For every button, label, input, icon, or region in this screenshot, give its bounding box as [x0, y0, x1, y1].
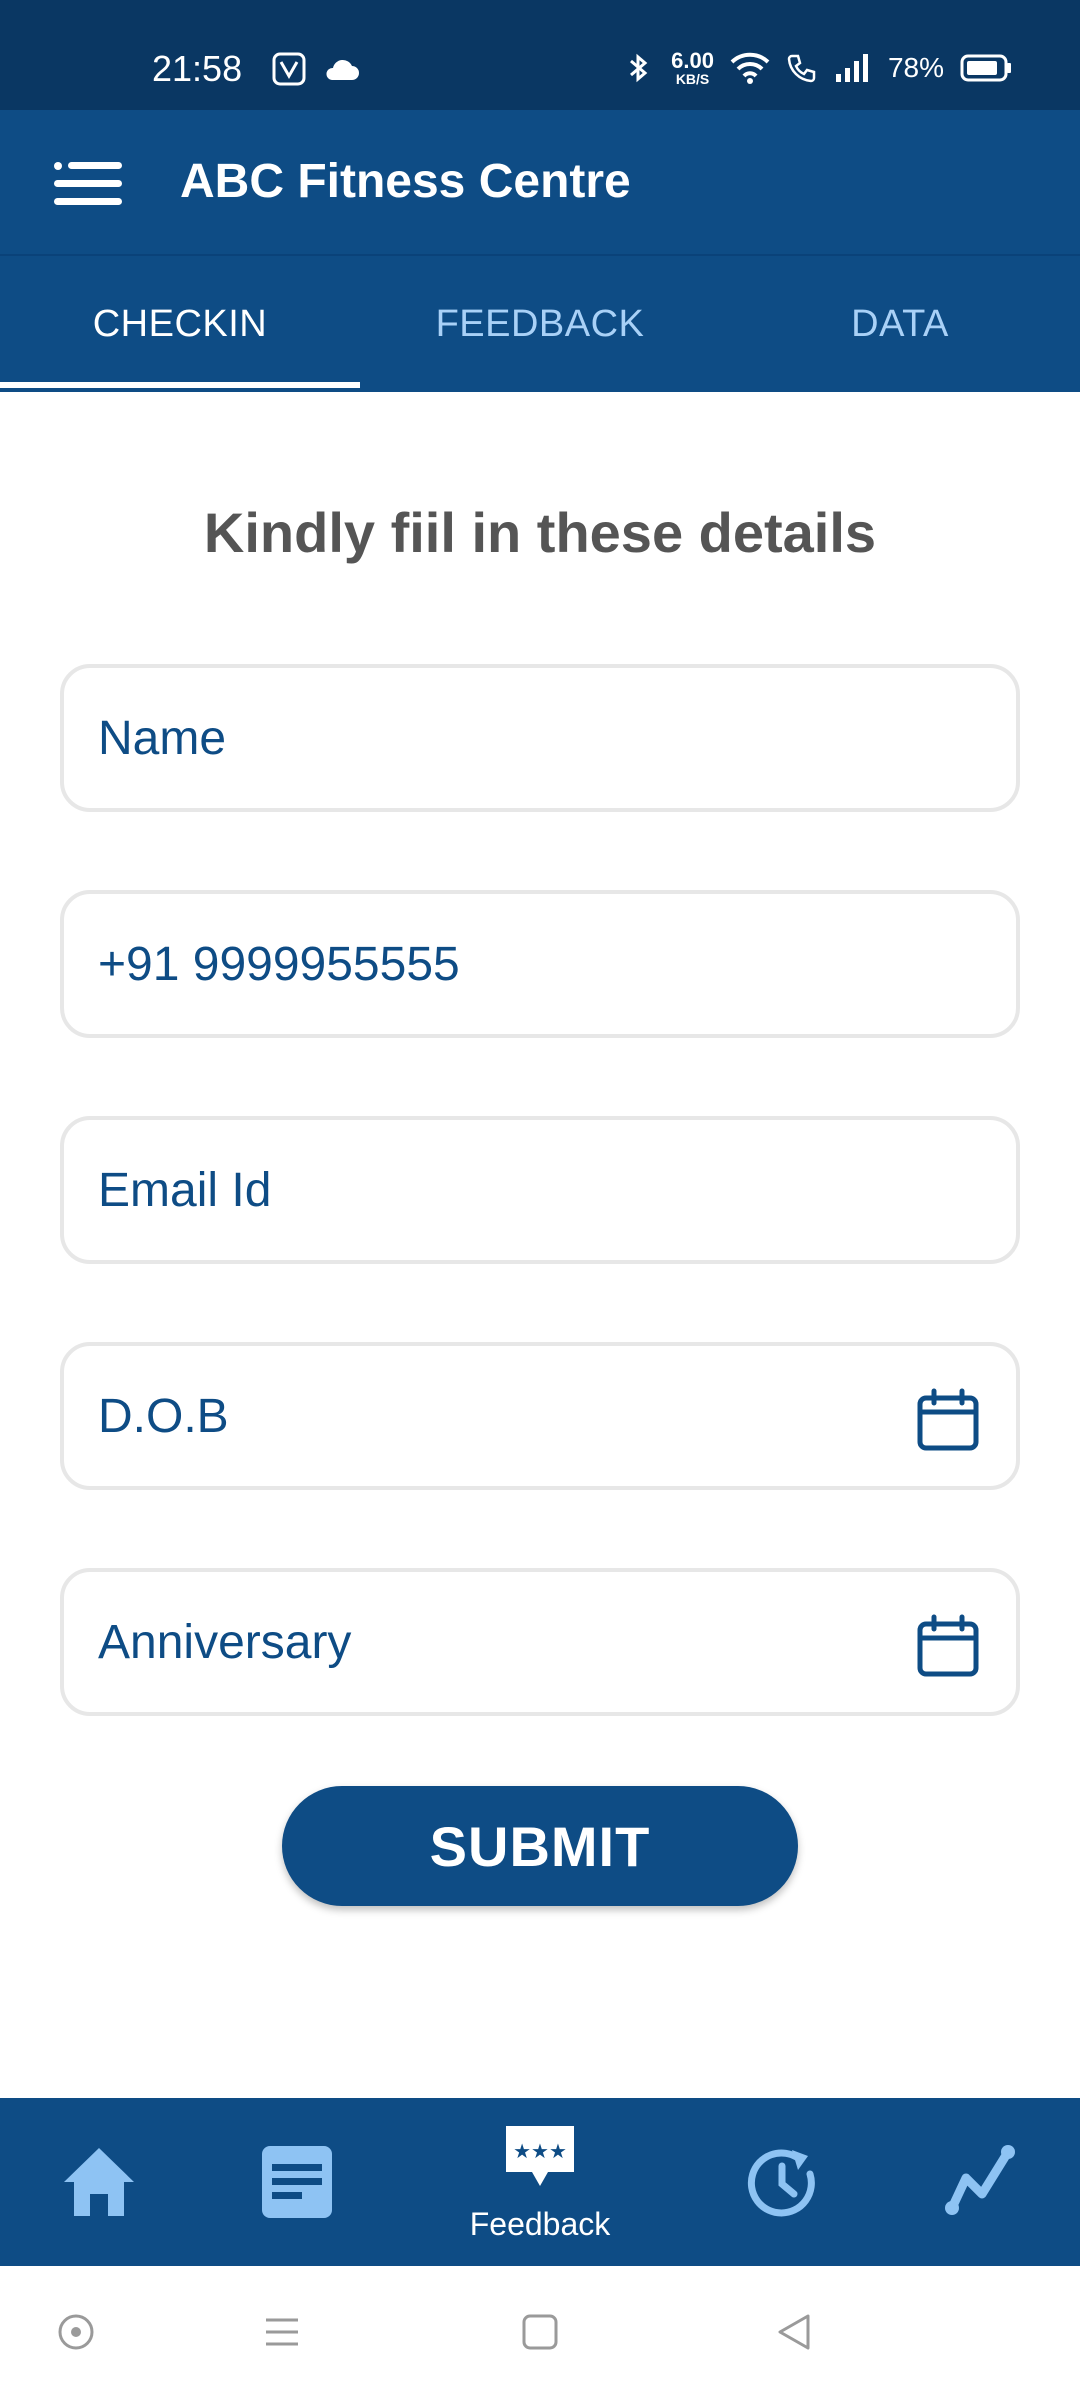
system-nav-bar — [0, 2266, 1080, 2400]
analytics-icon[interactable] — [944, 2144, 1020, 2216]
app-notification-icon — [272, 52, 306, 86]
bluetooth-icon — [630, 53, 648, 83]
cloud-icon — [326, 59, 359, 80]
calendar-icon[interactable] — [916, 1614, 980, 1678]
anniversary-field[interactable]: Anniversary — [60, 1568, 1020, 1716]
recent-apps-icon[interactable] — [262, 2312, 302, 2352]
form-heading: Kindly fiil in these details — [203, 501, 877, 564]
dob-field[interactable]: D.O.B — [60, 1342, 1020, 1490]
status-left-icons — [272, 52, 360, 86]
assistant-icon[interactable] — [56, 2312, 96, 2352]
feedback-nav-label: Feedback — [469, 2206, 611, 2242]
email-field[interactable]: Email Id — [60, 1116, 1020, 1264]
email-field-placeholder: Email Id — [98, 1163, 272, 1217]
home-button-icon[interactable] — [520, 2312, 560, 2352]
calendar-icon[interactable] — [916, 1388, 980, 1452]
home-icon[interactable] — [60, 2144, 138, 2220]
dob-field-placeholder: D.O.B — [98, 1389, 229, 1443]
battery-percent: 78% — [887, 52, 944, 83]
wifi-icon — [730, 52, 770, 84]
tab-bar: CHECKIN FEEDBACK DATA — [0, 256, 1080, 392]
anniversary-field-placeholder: Anniversary — [98, 1615, 352, 1669]
battery-icon — [960, 54, 1011, 82]
status-bar: 21:58 6.00 KB/S 78% — [0, 0, 1080, 110]
submit-button[interactable]: SUBMIT — [282, 1786, 798, 1906]
bottom-nav: ★★★ Feedback — [0, 2098, 1080, 2266]
network-speed: 6.00 KB/S — [671, 48, 714, 87]
tab-data[interactable]: DATA — [720, 256, 1080, 392]
list-icon[interactable] — [260, 2144, 334, 2220]
app-title: ABC Fitness Centre — [180, 155, 631, 208]
app-bar: ABC Fitness Centre — [0, 110, 1080, 256]
name-field[interactable]: Name — [60, 664, 1020, 812]
status-time: 21:58 — [152, 48, 243, 89]
wifi-calling-icon — [787, 54, 816, 83]
name-field-placeholder: Name — [98, 711, 227, 765]
phone-field-value: +91 9999955555 — [98, 937, 460, 991]
back-icon[interactable] — [774, 2312, 814, 2352]
tab-checkin[interactable]: CHECKIN — [0, 256, 360, 392]
signal-icon — [835, 54, 868, 82]
hamburger-menu-icon[interactable] — [54, 160, 124, 208]
history-icon[interactable] — [744, 2144, 822, 2220]
svg-text:★★★: ★★★ — [513, 2139, 567, 2163]
status-right-icons: 6.00 KB/S 78% — [621, 50, 1012, 86]
tab-feedback[interactable]: FEEDBACK — [360, 256, 720, 392]
phone-field[interactable]: +91 9999955555 — [60, 890, 1020, 1038]
feedback-icon[interactable]: ★★★ — [502, 2122, 578, 2194]
